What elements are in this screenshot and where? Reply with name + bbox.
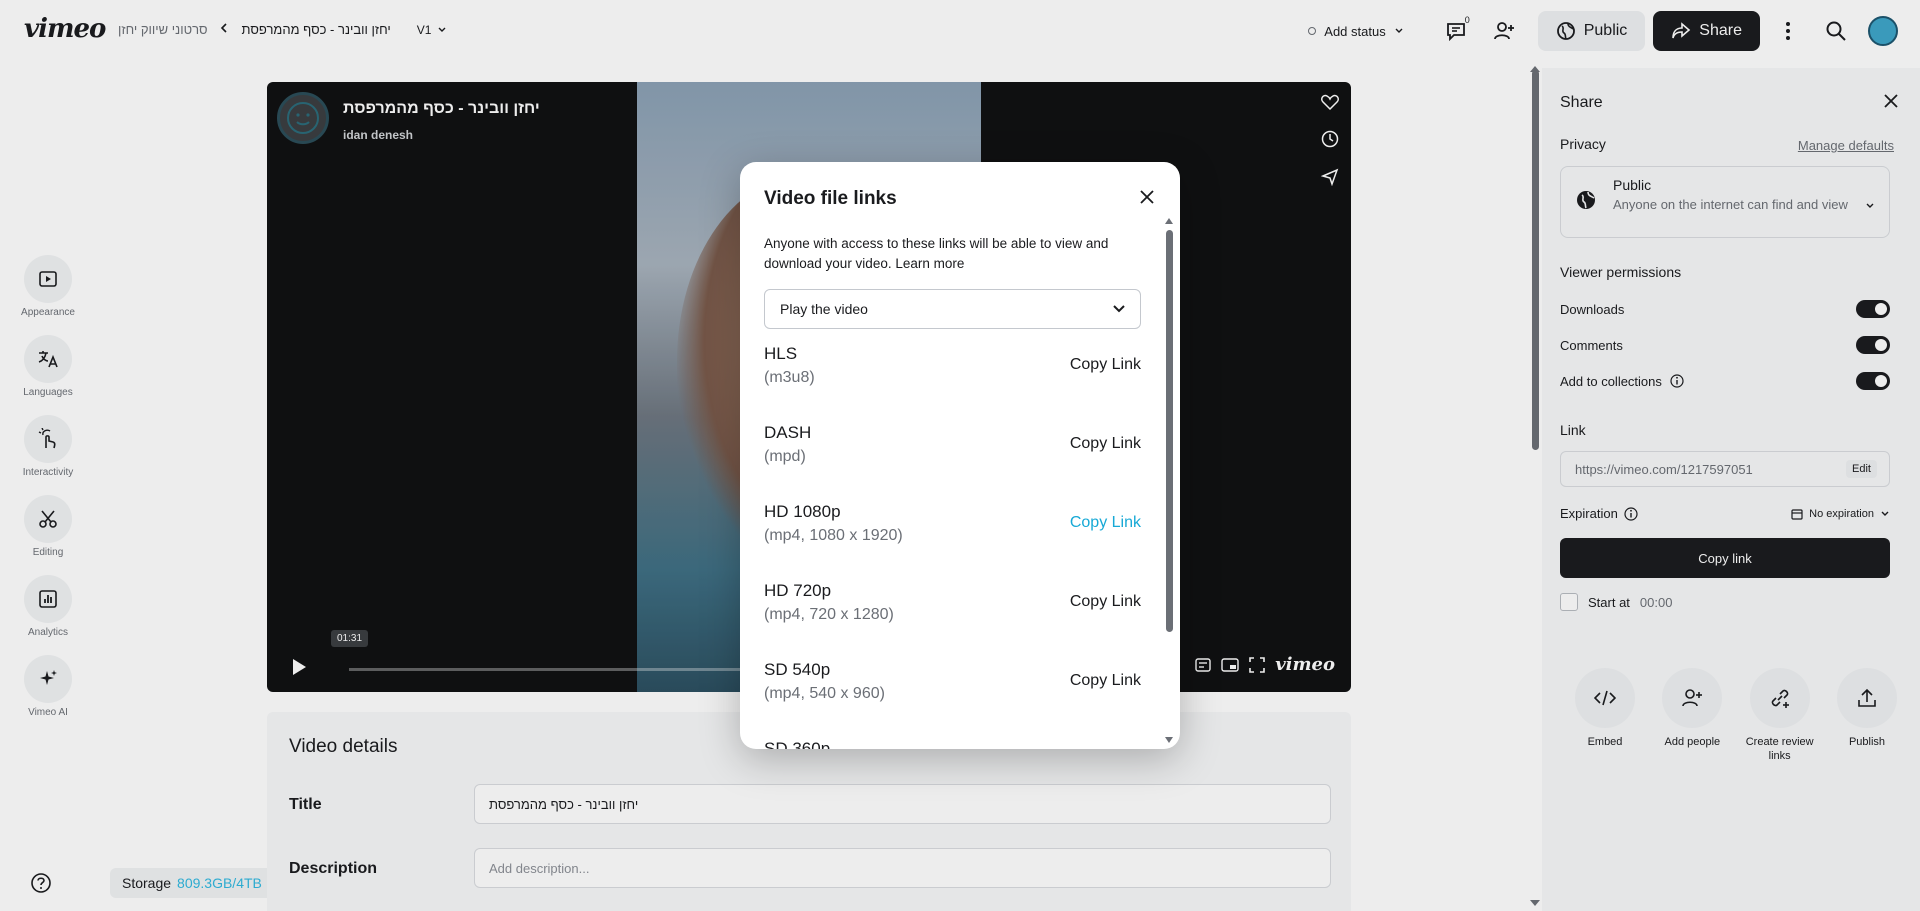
file-format-meta: (mp4, 1080 x 1920)	[764, 527, 903, 544]
file-format-name: SD 540p	[764, 660, 831, 679]
file-format-name: SD 360p	[764, 739, 831, 749]
file-format-meta: (mp4, 720 x 1280)	[764, 606, 894, 623]
file-format-name: DASH	[764, 423, 812, 442]
file-format-name: HLS	[764, 344, 798, 363]
list-item: SD 540p (mp4, 540 x 960) Copy Link	[764, 660, 1141, 739]
list-item: SD 360p	[764, 739, 1141, 749]
copy-link-hls[interactable]: Copy Link	[1070, 356, 1141, 374]
copy-link-sd-540p[interactable]: Copy Link	[1070, 672, 1141, 690]
file-format-name: HD 1080p	[764, 502, 841, 521]
modal-scroll-up[interactable]	[1165, 218, 1173, 224]
link-purpose-select[interactable]: Play the video	[764, 289, 1141, 329]
copy-link-hd-720p[interactable]: Copy Link	[1070, 593, 1141, 611]
file-format-meta: (m3u8)	[764, 369, 815, 386]
list-item: HD 720p (mp4, 720 x 1280) Copy Link	[764, 581, 1141, 660]
file-format-meta: (mp4, 540 x 960)	[764, 685, 885, 702]
list-item: HD 1080p (mp4, 1080 x 1920) Copy Link	[764, 502, 1141, 581]
modal-title: Video file links	[764, 188, 897, 209]
file-format-meta: (mpd)	[764, 448, 806, 465]
file-links-list: HLS (m3u8) Copy Link DASH (mpd) Copy Lin…	[764, 344, 1141, 749]
copy-link-dash[interactable]: Copy Link	[1070, 435, 1141, 453]
select-value: Play the video	[780, 301, 868, 317]
list-item: HLS (m3u8) Copy Link	[764, 344, 1141, 423]
copy-link-hd-1080p[interactable]: Copy Link	[1070, 514, 1141, 532]
modal-scroll-down[interactable]	[1165, 737, 1173, 743]
list-item: DASH (mpd) Copy Link	[764, 423, 1141, 502]
modal-description: Anyone with access to these links will b…	[764, 236, 1109, 272]
close-icon[interactable]	[1140, 190, 1154, 209]
chevron-down-icon	[1113, 305, 1125, 313]
modal-scrollbar-thumb[interactable]	[1166, 230, 1173, 632]
video-file-links-modal: Video file links Anyone with access to t…	[740, 162, 1180, 749]
file-format-name: HD 720p	[764, 581, 832, 600]
